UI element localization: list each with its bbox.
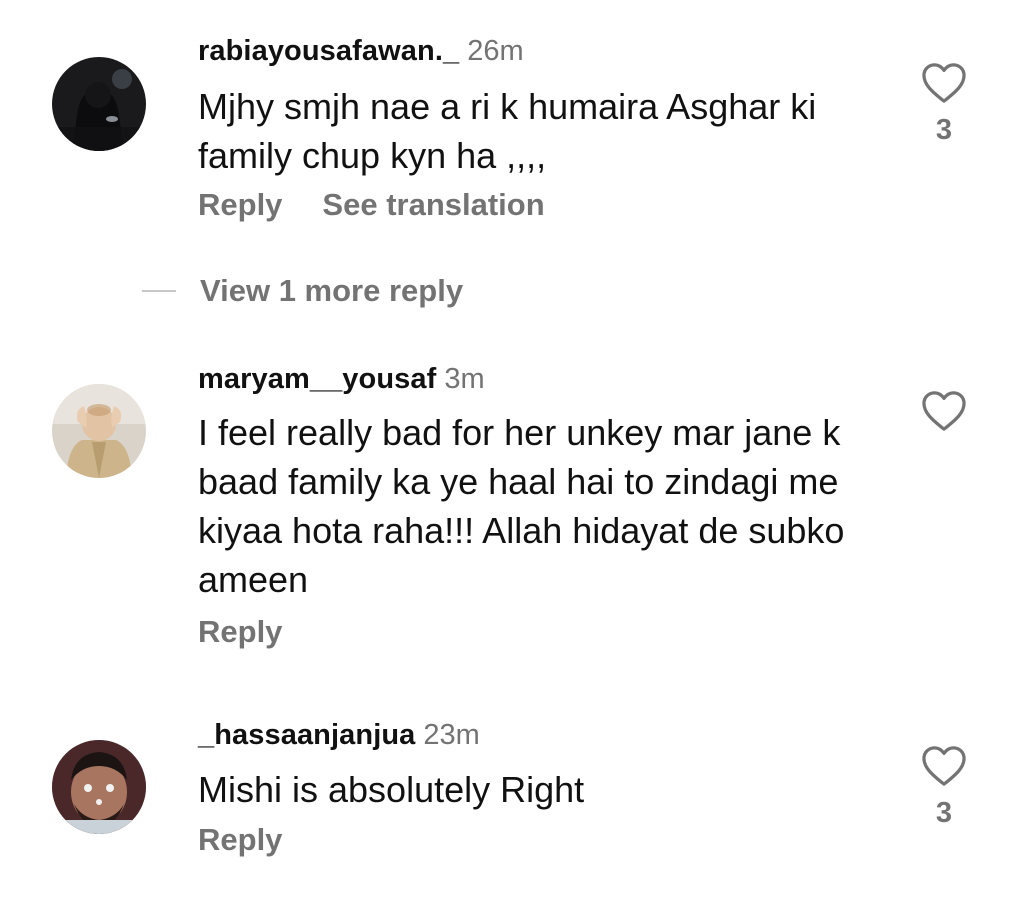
username[interactable]: _hassaanjanjua [198, 719, 415, 751]
avatar-photo [52, 740, 146, 834]
avatar[interactable] [52, 740, 146, 834]
comment-header: _hassaanjanjua 23m [198, 718, 480, 752]
comment-item: _hassaanjanjua 23m Mishi is absolutely Ri… [0, 0, 1024, 900]
like-count: 3 [935, 797, 953, 829]
comment-text: Mishi is absolutely Right [198, 769, 585, 810]
comment-actions: Reply [198, 822, 282, 858]
timestamp: 23m [423, 719, 480, 751]
like-button[interactable]: 3 [920, 745, 968, 830]
reply-button[interactable]: Reply [198, 822, 282, 858]
heart-outline-icon [922, 746, 966, 786]
